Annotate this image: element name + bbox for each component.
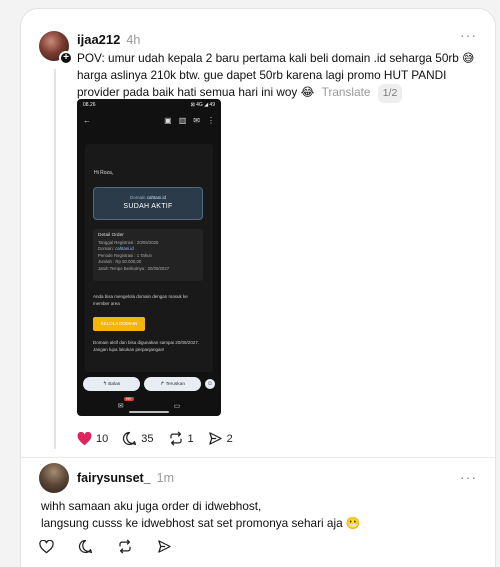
reply-button[interactable]: 35	[122, 431, 154, 446]
domain-status-box: Domain cahtani.id SUDAH AKTIF	[93, 187, 203, 220]
reply-username[interactable]: fairysunset_ 1m	[77, 471, 174, 485]
reply-count: 35	[141, 432, 154, 445]
mail-icon: ✉	[193, 115, 200, 125]
translate-link[interactable]: Translate	[322, 85, 371, 99]
domain-status: SUDAH AKTIF	[123, 203, 173, 210]
email-toolbar: ← ▣ ▥ ✉ ⋮	[77, 111, 221, 129]
mail-nav-icon: ✉ 99+	[117, 396, 134, 410]
reply-line-1: wihh samaan aku juga order di idwebhost,	[41, 499, 262, 513]
emoji-icon: ☺	[205, 379, 215, 389]
like-count: 10	[96, 432, 109, 445]
domain-name: cahtani.id	[146, 195, 167, 200]
reply-comment-button[interactable]	[78, 539, 97, 554]
reply-icon: ↰	[102, 381, 107, 387]
page-indicator: 1/2	[377, 84, 403, 103]
reply-actions	[39, 539, 196, 554]
avatar[interactable]: +	[39, 31, 73, 65]
heart-icon	[39, 539, 54, 553]
forward-icon: ↱	[160, 381, 165, 387]
reply-text: wihh samaan aku juga order di idwebhost,…	[41, 498, 481, 532]
like-button[interactable]: 10	[77, 431, 109, 446]
status-time: 08.26	[83, 102, 96, 108]
archive-icon: ▣	[164, 115, 172, 125]
forward-pill: ↱ Teruskan	[144, 377, 202, 391]
follow-plus-icon[interactable]: +	[59, 51, 73, 65]
video-nav-icon: ▭	[173, 402, 181, 410]
reply-pill: ↰ Balas	[83, 377, 141, 391]
email-screenshot-image[interactable]: 08.26 ⊠ 4G ◢ 49 ← ▣ ▥ ✉ ⋮ Hi Roza, Domai…	[77, 99, 221, 416]
back-arrow-icon: ←	[83, 115, 91, 125]
reply-time: 1m	[156, 471, 175, 485]
trash-icon: ▥	[178, 115, 187, 125]
detail-domain-value: cahtani.id	[115, 246, 134, 251]
mail-badge: 99+	[123, 396, 134, 401]
reply-username-text[interactable]: fairysunset_	[77, 471, 151, 485]
overflow-icon: ⋮	[207, 115, 215, 125]
username-text[interactable]: ijaa212	[77, 32, 120, 47]
repost-icon	[169, 431, 182, 446]
more-options-icon[interactable]: ···	[460, 27, 477, 43]
divider	[21, 457, 495, 458]
comment-icon	[123, 431, 137, 446]
phone-status-bar: 08.26 ⊠ 4G ◢ 49	[77, 99, 221, 111]
heart-filled-icon	[77, 431, 92, 445]
share-icon	[158, 540, 171, 553]
reply-label: Balas	[108, 381, 121, 387]
post-actions: 10 35 1 2	[77, 431, 247, 446]
comment-icon	[78, 539, 93, 554]
share-icon	[208, 432, 222, 445]
active-text: Domain aktif dan bisa digunakan sampai 2…	[93, 340, 200, 352]
post-username[interactable]: ijaa212 4h	[77, 32, 140, 47]
repost-count: 1	[187, 432, 194, 445]
avatar-reply[interactable]	[39, 463, 69, 493]
post-text: POV: umur udah kepala 2 baru pertama kal…	[77, 50, 487, 103]
manage-text: Anda bisa mengelola domain dengan masuk …	[93, 294, 188, 306]
reply-line-2: langsung cusss ke idwebhost sat set prom…	[41, 516, 361, 530]
status-icons: ⊠ 4G ◢ 49	[190, 102, 215, 108]
home-indicator	[129, 411, 169, 413]
order-detail-box: Detail Order Tanggal Registrasi : 20/09/…	[93, 229, 203, 281]
reply-more-options-icon[interactable]: ···	[460, 469, 477, 485]
repost-icon	[119, 539, 131, 554]
domain-label: Domain	[129, 195, 146, 200]
post-body: POV: umur udah kepala 2 baru pertama kal…	[77, 51, 475, 99]
share-count: 2	[226, 432, 233, 445]
email-action-row: ↰ Balas ↱ Teruskan ☺	[83, 377, 215, 391]
share-button[interactable]: 2	[208, 431, 233, 446]
reply-repost-button[interactable]	[117, 539, 137, 554]
forward-label: Teruskan	[165, 381, 186, 387]
detail-due: Jatuh Tempo Berikutnya : 20/09/2027	[98, 265, 170, 271]
repost-button[interactable]: 1	[168, 431, 194, 446]
email-greeting: Hi Roza,	[94, 170, 114, 176]
thread-card: + ijaa212 4h ··· POV: umur udah kepala 2 …	[20, 8, 496, 567]
reply-share-button[interactable]	[157, 539, 176, 554]
reply-like-button[interactable]	[39, 539, 58, 554]
thread-line	[54, 69, 56, 449]
detail-domain-label: Domain:	[98, 246, 115, 251]
post-time: 4h	[126, 33, 141, 47]
manage-domain-button: KELOLA DOMAIN	[93, 317, 145, 331]
